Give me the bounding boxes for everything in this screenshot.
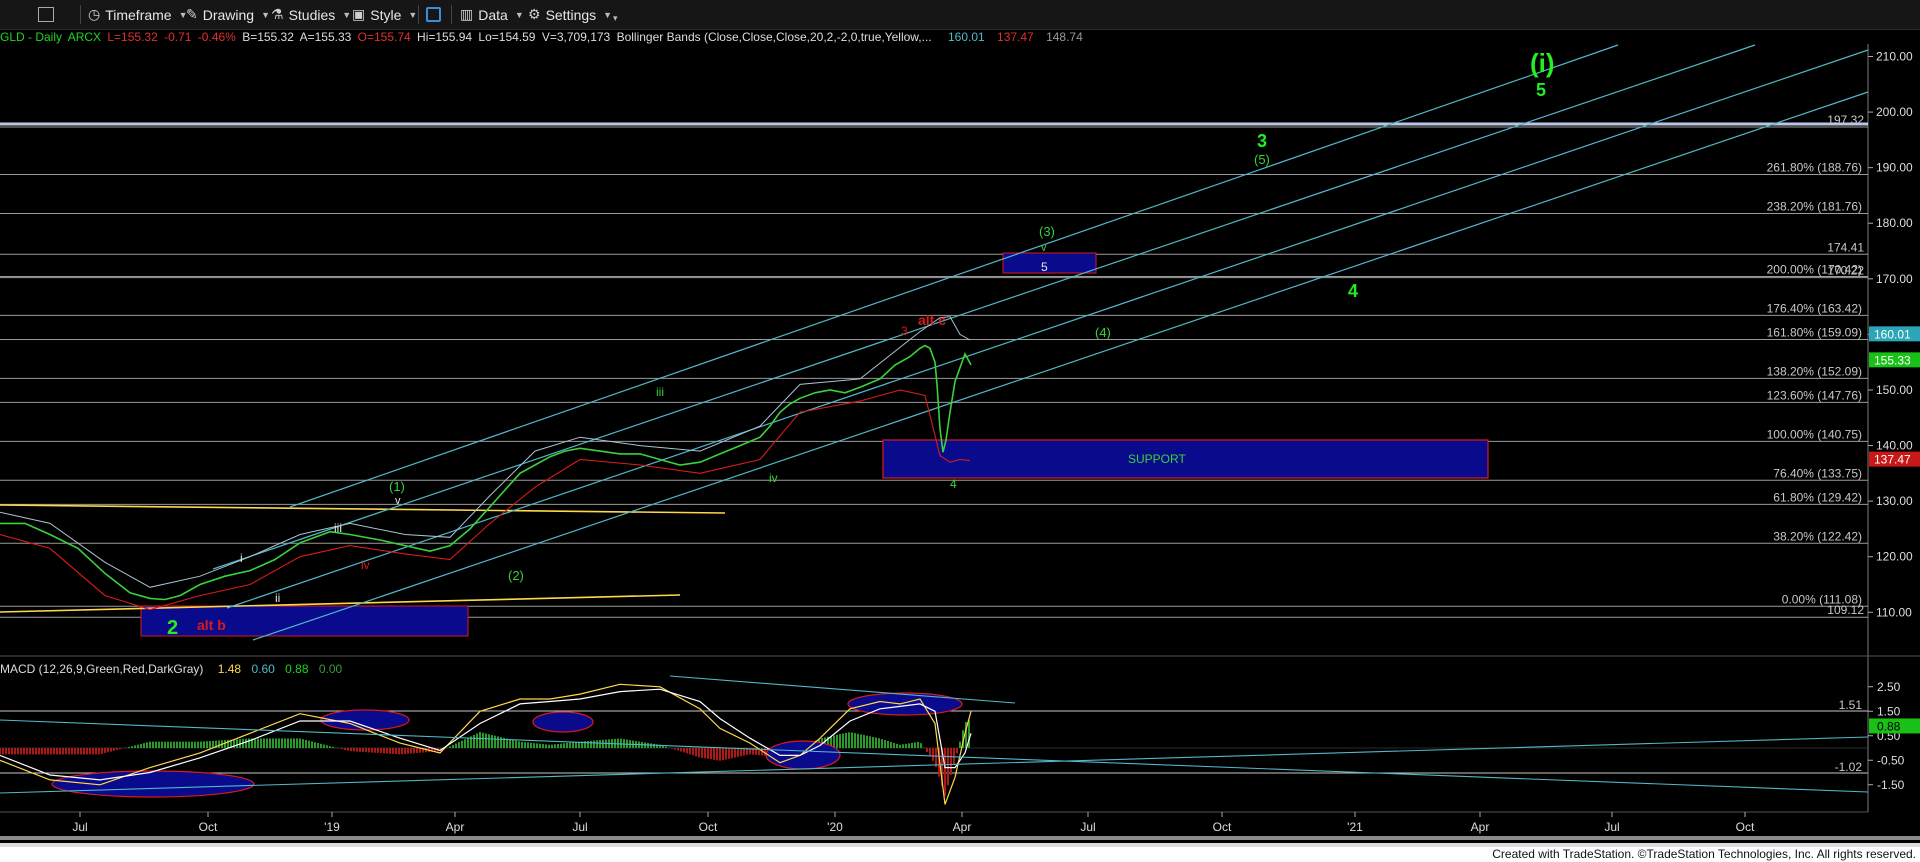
macd-tick-label: 2.50 — [1877, 680, 1901, 694]
fib-level-label: 38.20% (122.42) — [1773, 529, 1862, 543]
bollinger-lower-line — [0, 389, 971, 611]
wave-label-ii-white: ii — [275, 591, 280, 605]
price-tick-label: 120.00 — [1876, 550, 1913, 564]
time-tick-label: Oct — [699, 820, 718, 834]
price-axis-badge-label: 155.33 — [1874, 353, 1911, 367]
fib-level-label: 123.60% (147.76) — [1767, 388, 1862, 402]
price-tick-label: 140.00 — [1876, 439, 1913, 453]
price-tick-label: 110.00 — [1876, 605, 1912, 619]
macd-reference-label: 1.51 — [1839, 698, 1863, 712]
wave-label-alt-b: alt b — [197, 617, 226, 633]
horizontal-scrollbar[interactable] — [0, 836, 1920, 840]
price-tick-label: 180.00 — [1876, 216, 1913, 230]
macd-header: MACD (12,26,9,Green,Red,DarkGray) 1.48 0… — [0, 662, 345, 676]
wave-label-4: 4 — [1348, 281, 1358, 301]
bollinger-upper-line — [0, 316, 971, 588]
time-tick-label: Jul — [72, 820, 87, 834]
fib-level-label: 100.00% (140.75) — [1767, 427, 1862, 441]
time-tick-label: Oct — [199, 820, 218, 834]
price-tick-label: 170.00 — [1876, 272, 1913, 286]
price-axis-badge-label: 160.01 — [1874, 327, 1911, 341]
fib-level-label: 138.20% (152.09) — [1767, 364, 1862, 378]
wave-label-2-big: 2 — [167, 617, 178, 639]
support-label: SUPPORT — [1128, 452, 1186, 466]
wave-label-iv-red: iv — [361, 558, 370, 572]
price-tick-label: 190.00 — [1876, 161, 1913, 175]
time-tick-label: Jul — [572, 820, 587, 834]
wave-2-box — [140, 605, 469, 637]
macd-value-2: 0.60 — [251, 662, 275, 676]
yellow-trendline-upper — [0, 504, 726, 514]
fib-level-label: 61.80% (129.42) — [1773, 490, 1862, 504]
wave-label-alt-c: alt c — [918, 312, 946, 328]
time-tick-label: Apr — [446, 820, 465, 834]
macd-ellipse-1 — [51, 770, 255, 798]
fib-level-label: 238.20% (181.76) — [1767, 199, 1862, 213]
fib-level-label: 76.40% (133.75) — [1773, 466, 1862, 480]
price-marker-label: 174.41 — [1827, 240, 1864, 254]
time-tick-label: '21 — [1347, 820, 1363, 834]
macd-study-name: MACD (12,26,9,Green,Red,DarkGray) — [0, 662, 204, 676]
wave-label-iv-green: iv — [769, 471, 778, 485]
macd-ellipse-4 — [765, 740, 841, 770]
wave-label-4-support: 4 — [950, 477, 957, 491]
target-box-label: 5 — [1041, 260, 1048, 274]
time-tick-label: Apr — [1471, 820, 1490, 834]
wave-label-2-paren: (2) — [508, 568, 524, 583]
wave-label-1-paren: (1) — [389, 479, 405, 494]
wave-label-3-paren: (3) — [1039, 224, 1055, 239]
price-tick-label: 200.00 — [1876, 105, 1913, 119]
macd-value-1: 1.48 — [217, 662, 242, 676]
macd-tick-label: -1.50 — [1877, 778, 1905, 792]
macd-trendline-1 — [0, 719, 1869, 793]
time-tick-label: Jul — [1080, 820, 1095, 834]
wave-label-i: (i) — [1530, 48, 1555, 78]
price-axis-badge-label: 137.47 — [1874, 453, 1911, 467]
fib-levels: 110.00120.00130.00140.00150.00160.00170.… — [0, 50, 1913, 619]
wave-label-iii-green: iii — [656, 385, 664, 399]
price-axis — [1868, 44, 1920, 656]
wave-label-iii-white: iii — [334, 521, 342, 535]
fib-level-label: 176.40% (163.42) — [1767, 301, 1862, 315]
fib-level-label: 261.80% (188.76) — [1767, 161, 1862, 175]
price-markers: 197.32174.41170.22109.12160.01155.33137.… — [0, 113, 1920, 618]
time-tick-label: Oct — [1736, 820, 1755, 834]
price-tick-label: 210.00 — [1876, 50, 1913, 64]
macd-tick-label: -0.50 — [1877, 753, 1905, 767]
price-tick-label: 150.00 — [1876, 383, 1913, 397]
time-tick-label: Oct — [1213, 820, 1232, 834]
macd-trendline-2 — [0, 736, 1869, 794]
target-box-5 — [1002, 252, 1097, 274]
macd-reference-label: -1.02 — [1835, 760, 1863, 774]
fib-level-label: 161.80% (159.09) — [1767, 325, 1862, 339]
wave-label-4-paren: (4) — [1095, 325, 1111, 340]
wave-label-5-paren: (5) — [1254, 152, 1270, 167]
time-tick-label: Apr — [953, 820, 972, 834]
time-tick-label: '20 — [827, 820, 843, 834]
price-chart[interactable]: 110.00120.00130.00140.00150.00160.00170.… — [0, 0, 1920, 840]
wave-label-v-white: v — [395, 495, 401, 507]
time-tick-label: Jul — [1604, 820, 1619, 834]
macd-ellipse-5 — [847, 692, 963, 716]
price-marker-label: 109.12 — [1827, 603, 1864, 617]
price-tick-label: 130.00 — [1876, 494, 1913, 508]
macd-tick-label: 1.50 — [1877, 704, 1901, 718]
wave-label-v-top: v — [1041, 242, 1047, 254]
macd-value-4: 0.00 — [318, 662, 343, 676]
footer: Created with TradeStation. ©TradeStation… — [0, 843, 1920, 862]
time-axis: Jul Oct '19 Apr Jul Oct '20 Apr Jul Oct '21 Apr Jul O… — [72, 812, 1755, 834]
price-marker-label: 170.22 — [1827, 264, 1864, 278]
time-tick-label: '19 — [324, 820, 340, 834]
wave-label-3-red: 3 — [901, 324, 908, 338]
wave-label-3: 3 — [1257, 131, 1267, 151]
macd-trendline-3 — [669, 675, 1016, 704]
macd-ellipse-3 — [532, 711, 594, 733]
wave-label-5-top: 5 — [1536, 80, 1546, 100]
wave-label-i-white: i — [240, 551, 243, 565]
macd-axis-badge-label: 0.88 — [1877, 719, 1901, 733]
macd-value-3: 0.88 — [285, 662, 309, 676]
macd-pane: 2.501.500.50-0.50-1.501.51-1.02 — [0, 680, 1905, 796]
copyright-text: Created with TradeStation. ©TradeStation… — [1492, 847, 1916, 861]
